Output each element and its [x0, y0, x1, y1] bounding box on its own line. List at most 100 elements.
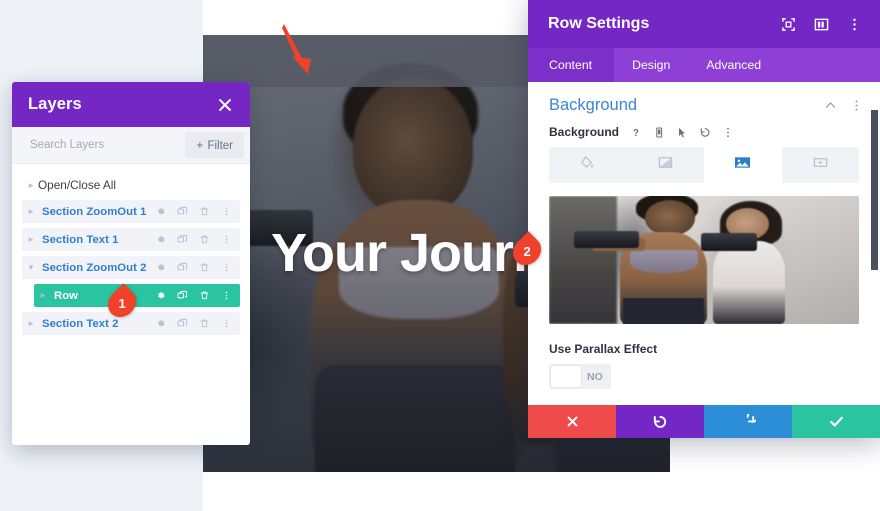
search-input[interactable] — [30, 139, 186, 151]
gradient-icon — [658, 155, 673, 175]
parallax-label: Use Parallax Effect — [549, 342, 658, 356]
gear-icon[interactable] — [155, 262, 166, 273]
chevron-right-icon[interactable]: ▸ — [24, 318, 38, 329]
layer-item-actions — [155, 262, 240, 273]
layer-item-label: Section Text 2 — [42, 317, 119, 330]
more-vertical-icon[interactable] — [221, 234, 232, 245]
redo-button[interactable] — [704, 405, 792, 438]
row-settings-panel: Row Settings Content Design Advanced Bac… — [528, 0, 880, 438]
background-gradient-tab[interactable] — [627, 147, 705, 183]
reset-icon[interactable] — [699, 126, 711, 139]
row-settings-title: Row Settings — [548, 15, 650, 32]
trash-icon[interactable] — [199, 290, 210, 301]
help-icon[interactable]: ? — [630, 126, 642, 139]
tab-advanced[interactable]: Advanced — [688, 48, 779, 82]
layer-item-label: Section Text 1 — [42, 233, 119, 246]
tab-label: Advanced — [706, 58, 762, 72]
more-vertical-icon[interactable] — [221, 290, 232, 301]
chevron-up-icon[interactable] — [824, 99, 836, 112]
annotation-badge-2-label: 2 — [523, 243, 531, 259]
background-image-tab[interactable] — [704, 147, 782, 183]
gear-icon[interactable] — [155, 234, 166, 245]
layer-item-label: Section ZoomOut 2 — [42, 261, 147, 274]
layers-panel: Layers +Filter ▸ Open/Close All ▸ Sectio… — [12, 82, 250, 445]
gear-icon[interactable] — [155, 206, 166, 217]
layer-item-label: Section ZoomOut 1 — [42, 205, 147, 218]
panel-scrollbar-thumb[interactable] — [871, 110, 878, 270]
background-video-tab[interactable] — [782, 147, 860, 183]
svg-text:?: ? — [633, 127, 639, 138]
layer-item-label: Row — [54, 289, 78, 302]
expand-icon[interactable] — [781, 17, 796, 32]
undo-icon — [652, 414, 668, 430]
background-type-tabs — [549, 147, 859, 183]
check-icon — [828, 413, 845, 430]
tab-content[interactable]: Content — [528, 48, 615, 82]
layer-item-actions — [155, 318, 240, 329]
columns-icon[interactable] — [814, 17, 829, 32]
gear-icon[interactable] — [155, 318, 166, 329]
more-vertical-icon[interactable] — [722, 126, 734, 139]
more-vertical-icon[interactable] — [221, 206, 232, 217]
tab-label: Content — [549, 58, 593, 72]
layer-item-section-zoomout-1[interactable]: ▸ Section ZoomOut 1 — [22, 200, 240, 223]
row-settings-footer — [528, 405, 880, 438]
more-vertical-icon[interactable] — [221, 262, 232, 273]
row-settings-header: Row Settings — [528, 0, 880, 48]
chevron-down-icon[interactable]: ▾ — [24, 262, 38, 273]
duplicate-icon[interactable] — [177, 206, 188, 217]
preview-dumbbell-left — [573, 230, 639, 249]
duplicate-icon[interactable] — [177, 290, 188, 301]
parallax-toggle[interactable]: NO — [549, 364, 611, 389]
undo-button[interactable] — [616, 405, 704, 438]
layer-item-row[interactable]: ▸ Row — [34, 284, 240, 307]
mobile-icon[interactable] — [653, 126, 665, 139]
preview-person1-top — [629, 249, 698, 273]
preview-person2-body — [713, 240, 785, 324]
red-arrow-icon — [278, 22, 318, 78]
background-color-tab[interactable] — [549, 147, 627, 183]
trash-icon[interactable] — [199, 206, 210, 217]
preview-dumbbell-right — [700, 233, 757, 252]
more-vertical-icon[interactable] — [850, 99, 862, 112]
close-icon[interactable] — [216, 96, 234, 114]
layer-item-actions — [155, 206, 240, 217]
cancel-button[interactable] — [528, 405, 616, 438]
duplicate-icon[interactable] — [177, 318, 188, 329]
open-close-all-toggle[interactable]: ▸ Open/Close All — [12, 172, 250, 200]
panel-scrollbar[interactable] — [871, 82, 878, 405]
background-section-header: Background — [528, 82, 880, 119]
background-image-preview[interactable] — [549, 196, 859, 324]
preview-person1-pants — [623, 298, 704, 324]
open-close-all-label: Open/Close All — [38, 178, 117, 192]
filter-button[interactable]: + Filter — [185, 132, 244, 158]
preview-wall — [549, 196, 618, 324]
toggle-knob — [551, 366, 581, 387]
chevron-right-icon[interactable]: ▸ — [24, 206, 38, 217]
row-settings-tabs: Content Design Advanced — [528, 48, 880, 82]
trash-icon[interactable] — [199, 262, 210, 273]
tab-label: Design — [632, 58, 671, 72]
trash-icon[interactable] — [199, 234, 210, 245]
tab-design[interactable]: Design — [614, 48, 688, 82]
more-vertical-icon[interactable] — [221, 318, 232, 329]
duplicate-icon[interactable] — [177, 262, 188, 273]
cursor-icon[interactable] — [676, 126, 688, 139]
duplicate-icon[interactable] — [177, 234, 188, 245]
save-button[interactable] — [792, 405, 880, 438]
background-field-row: Background ? — [528, 119, 880, 145]
x-icon — [565, 414, 580, 429]
row-settings-scroll-area: Background Background ? Use Parallax Eff… — [528, 82, 880, 405]
layer-item-section-text-1[interactable]: ▸ Section Text 1 — [22, 228, 240, 251]
more-vertical-icon[interactable] — [847, 17, 862, 32]
chevron-right-icon[interactable]: ▸ — [24, 234, 38, 245]
gear-icon[interactable] — [155, 290, 166, 301]
layer-item-section-text-2[interactable]: ▸ Section Text 2 — [22, 312, 240, 335]
layer-item-actions — [155, 234, 240, 245]
parallax-toggle-row: NO — [528, 356, 880, 389]
filter-button-label: Filter — [207, 140, 233, 152]
chevron-right-icon[interactable]: ▸ — [36, 290, 50, 301]
layer-item-section-zoomout-2[interactable]: ▾ Section ZoomOut 2 — [22, 256, 240, 279]
trash-icon[interactable] — [199, 318, 210, 329]
toggle-value-label: NO — [587, 370, 603, 383]
